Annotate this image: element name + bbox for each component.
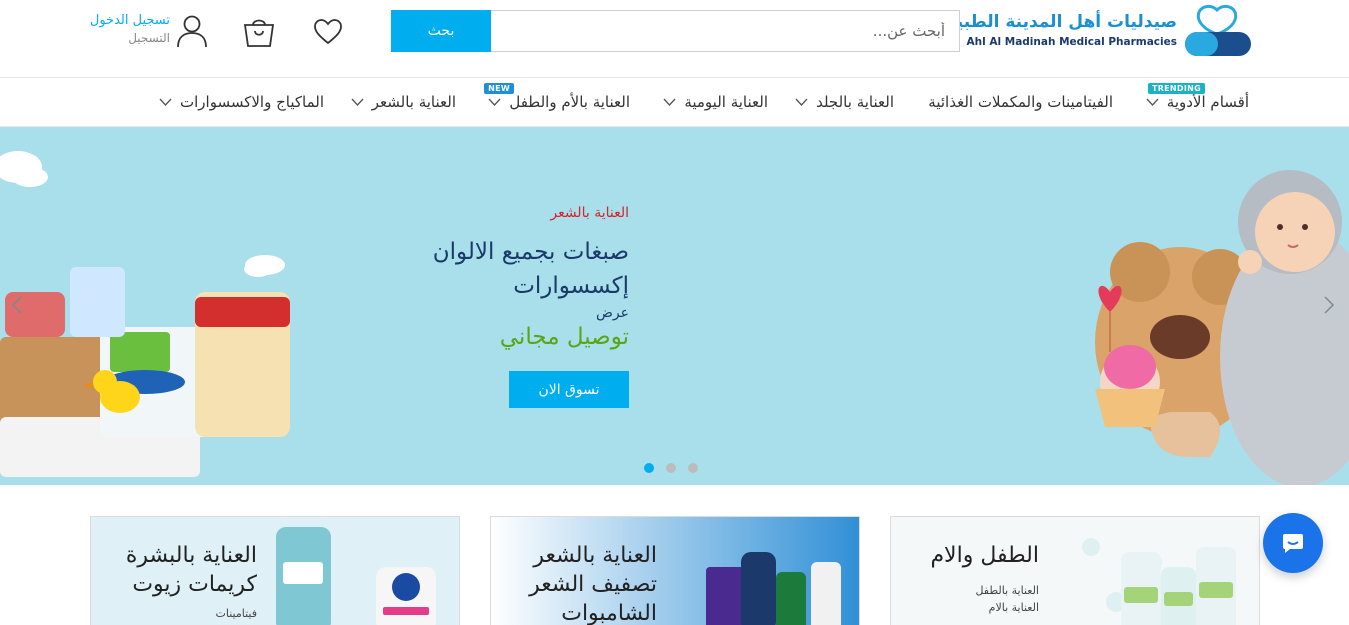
chat-button[interactable] [1263,513,1323,573]
chevron-down-icon [351,98,364,106]
main-nav: أقسام الأدوية TRENDING الفيتامينات والمك… [0,78,1349,127]
hero-text: العناية بالشعر صبغات بجميع الالوان إكسسو… [229,205,629,408]
hero-illustration [0,127,1349,485]
login-link[interactable]: تسجيل الدخول التسجيل [88,12,208,52]
hero-category: العناية بالشعر [550,205,629,221]
nav-item-medicines[interactable]: أقسام الأدوية TRENDING [1146,83,1249,114]
card-link-vitamins[interactable]: فيتامينات [126,605,258,622]
card-subtitle: كريمات زيوت [132,572,257,597]
hero-slider: العناية بالشعر صبغات بجميع الالوان إكسسو… [0,127,1349,485]
next-slide-icon[interactable] [1322,295,1336,315]
category-card-hair-care[interactable]: العناية بالشعر تصفيف الشعر الشامبوات [490,516,860,625]
user-icon [177,15,207,48]
hero-title-line1: صبغات بجميع الالوان [432,239,629,265]
nav-item-label: أقسام الأدوية [1166,93,1249,111]
nav-item-label: الفيتامينات والمكملات الغذائية [928,93,1113,111]
nav-item-label: العناية بالشعر [371,93,456,111]
logo-english-text: Ahl Al Madinah Medical Pharmacies [966,36,1177,48]
heart-icon[interactable] [312,16,344,48]
search-button[interactable]: بحث [391,10,491,52]
login-text: تسجيل الدخول التسجيل [90,12,170,46]
trending-badge: TRENDING [1147,83,1205,94]
hero-offer-label: عرض [595,305,629,321]
page: صيدليات أهل المدينة الطبية Ahl Al Madina… [0,0,1349,625]
nav-item-label: العناية بالأم والطفل [509,93,630,111]
category-card-skin-care[interactable]: العناية بالبشرة كريمات زيوت فيتامينات [90,516,460,625]
search-input[interactable] [491,10,960,52]
nav-item-mother-child[interactable]: العناية بالأم والطفل NEW [484,83,630,114]
search-bar: بحث [391,10,960,52]
nav-item-hair-care[interactable]: العناية بالشعر [351,90,456,114]
card-subtitle: الشامبوات [561,601,657,625]
chevron-down-icon [488,98,501,106]
login-label[interactable]: تسجيل الدخول [90,12,170,30]
chevron-down-icon [159,98,172,106]
nav-item-vitamins[interactable]: الفيتامينات والمكملات الغذائية [928,90,1113,114]
chevron-down-icon [795,98,808,106]
card-link-baby-care[interactable]: العناية بالطفل [930,582,1039,599]
card-text: العناية بالبشرة كريمات زيوت فيتامينات [126,541,257,622]
chevron-down-icon [1146,98,1159,106]
card-subtitle: تصفيف الشعر [529,572,657,597]
card-title: العناية بالشعر [533,543,657,568]
nav-item-makeup[interactable]: الماكياج والاكسسوارات [159,90,324,114]
new-badge: NEW [484,83,514,94]
slider-dot[interactable] [666,463,676,473]
register-label[interactable]: التسجيل [90,30,170,46]
site-logo[interactable]: صيدليات أهل المدينة الطبية Ahl Al Madina… [946,4,1257,62]
card-title: العناية بالبشرة [125,543,257,568]
logo-mark-icon [1185,4,1251,56]
nav-item-label: الماكياج والاكسسوارات [180,93,324,111]
site-header: صيدليات أهل المدينة الطبية Ahl Al Madina… [0,0,1349,78]
card-text: الطفل والام العناية بالطفل العناية بالام [930,541,1039,616]
chevron-down-icon [663,98,676,106]
shop-now-button[interactable]: تسوق الان [509,371,629,408]
hero-title-line2: إكسسوارات [513,273,629,299]
prev-slide-icon[interactable] [10,295,24,315]
chat-bubble-icon [1283,534,1303,553]
nav-item-label: العناية اليومية [684,93,768,111]
nav-item-daily-care[interactable]: العناية اليومية [663,90,768,114]
slider-dot[interactable] [688,463,698,473]
hero-offer-text: توصيل مجاني [499,324,629,350]
slider-dots [644,463,698,473]
shopping-bag-icon[interactable] [243,16,275,48]
category-card-mother-child[interactable]: الطفل والام العناية بالطفل العناية بالام [890,516,1260,625]
logo-arabic-text: صيدليات أهل المدينة الطبية [946,12,1177,32]
card-text: العناية بالشعر تصفيف الشعر الشامبوات [529,541,657,625]
nav-item-skin-care[interactable]: العناية بالجلد [795,90,894,114]
card-link-mother-care[interactable]: العناية بالام [930,599,1039,616]
nav-item-label: العناية بالجلد [816,93,894,111]
slider-dot[interactable] [644,463,654,473]
card-title: الطفل والام [930,543,1039,568]
